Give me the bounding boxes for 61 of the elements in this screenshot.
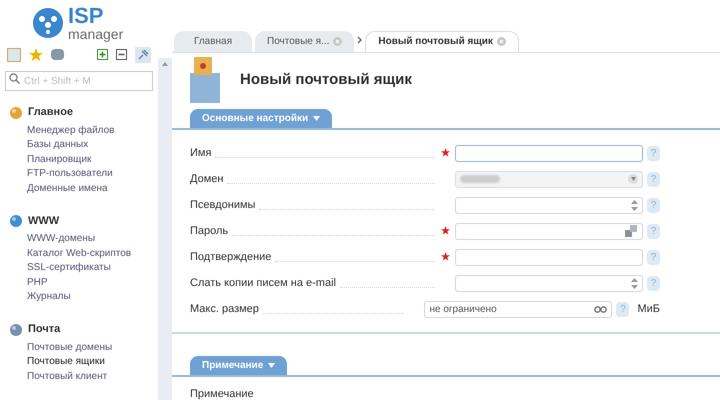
menu-item[interactable]: Журналы	[27, 290, 158, 304]
menu-group-title[interactable]: WWW	[28, 212, 60, 230]
dice-icon[interactable]	[625, 224, 638, 238]
chevron-right-icon	[357, 36, 362, 44]
input-field[interactable]	[455, 222, 643, 240]
search-icon	[9, 72, 20, 84]
menu-item[interactable]: Базы данных	[27, 138, 158, 152]
menu-item[interactable]: Почтовые ящики	[27, 355, 158, 370]
spinner-arrows-icon[interactable]	[631, 200, 638, 210]
pin-icon[interactable]	[135, 46, 151, 63]
input-field[interactable]	[455, 196, 643, 214]
menu-item[interactable]: PHP	[27, 276, 158, 290]
expand-icon[interactable]	[97, 49, 108, 60]
input-field[interactable]	[455, 274, 643, 292]
menu-item[interactable]: Почтовый клиент	[27, 370, 158, 384]
caret-down-icon	[313, 116, 320, 121]
menu-item[interactable]: Каталог Web-скриптов	[27, 246, 158, 261]
field-label: Подтверждение	[190, 250, 272, 265]
field-label: Домен	[190, 172, 224, 187]
field-value: не ограничено	[429, 302, 497, 316]
collapse-icon[interactable]	[116, 49, 127, 60]
field-label: Пароль	[190, 224, 228, 239]
logo-icon	[32, 6, 64, 39]
menu-group-title[interactable]: Почта	[28, 321, 60, 338]
tab[interactable]: Главная	[174, 30, 252, 52]
menu-item[interactable]: Планировщик	[27, 152, 158, 167]
input-field[interactable]: не ограничено	[424, 300, 612, 318]
tree-icon[interactable]	[7, 48, 21, 62]
menu-group-title[interactable]: Главное	[28, 104, 74, 121]
field-label: Макс. размер	[190, 302, 259, 317]
tab[interactable]: Почтовые я...	[255, 30, 354, 52]
scroll-up-icon[interactable]	[162, 62, 168, 66]
field-label: Примечание	[190, 389, 254, 400]
page-title: Новый почтовый ящик	[240, 70, 412, 90]
input-field[interactable]	[455, 144, 643, 162]
dropdown-button[interactable]	[628, 174, 638, 184]
field-label: Имя	[190, 146, 212, 161]
blurred-value	[460, 175, 500, 183]
logo-brand: ISP	[68, 4, 104, 27]
caret-down-icon	[268, 363, 276, 368]
briefcase-icon[interactable]	[51, 49, 64, 60]
infinity-icon[interactable]	[594, 306, 608, 312]
menu-item[interactable]: SSL-сертификаты	[27, 261, 158, 276]
field-label: Слать копии писем на e-mail	[190, 276, 336, 291]
field-label: Псевдонимы	[190, 198, 256, 213]
close-icon[interactable]	[496, 37, 506, 46]
unit-label: МиБ	[637, 302, 660, 317]
logo-product: manager	[68, 26, 124, 41]
search-field[interactable]: Ctrl + Shift + M	[5, 71, 153, 91]
domain-select[interactable]	[455, 170, 643, 188]
menu-item[interactable]: FTP-пользователи	[27, 167, 158, 182]
caret-down-icon	[630, 177, 636, 181]
tab[interactable]: Новый почтовый ящик	[365, 30, 519, 52]
close-icon[interactable]	[333, 36, 342, 46]
menu-item[interactable]: Почтовые домены	[27, 340, 158, 355]
star-icon[interactable]	[29, 48, 43, 62]
menu-item[interactable]: WWW-домены	[27, 232, 158, 246]
spinner-arrows-icon[interactable]	[631, 278, 638, 288]
menu-item[interactable]: Доменные имена	[27, 182, 158, 196]
input-field[interactable]	[455, 248, 643, 266]
menu-item[interactable]: Менеджер файлов	[27, 124, 158, 138]
